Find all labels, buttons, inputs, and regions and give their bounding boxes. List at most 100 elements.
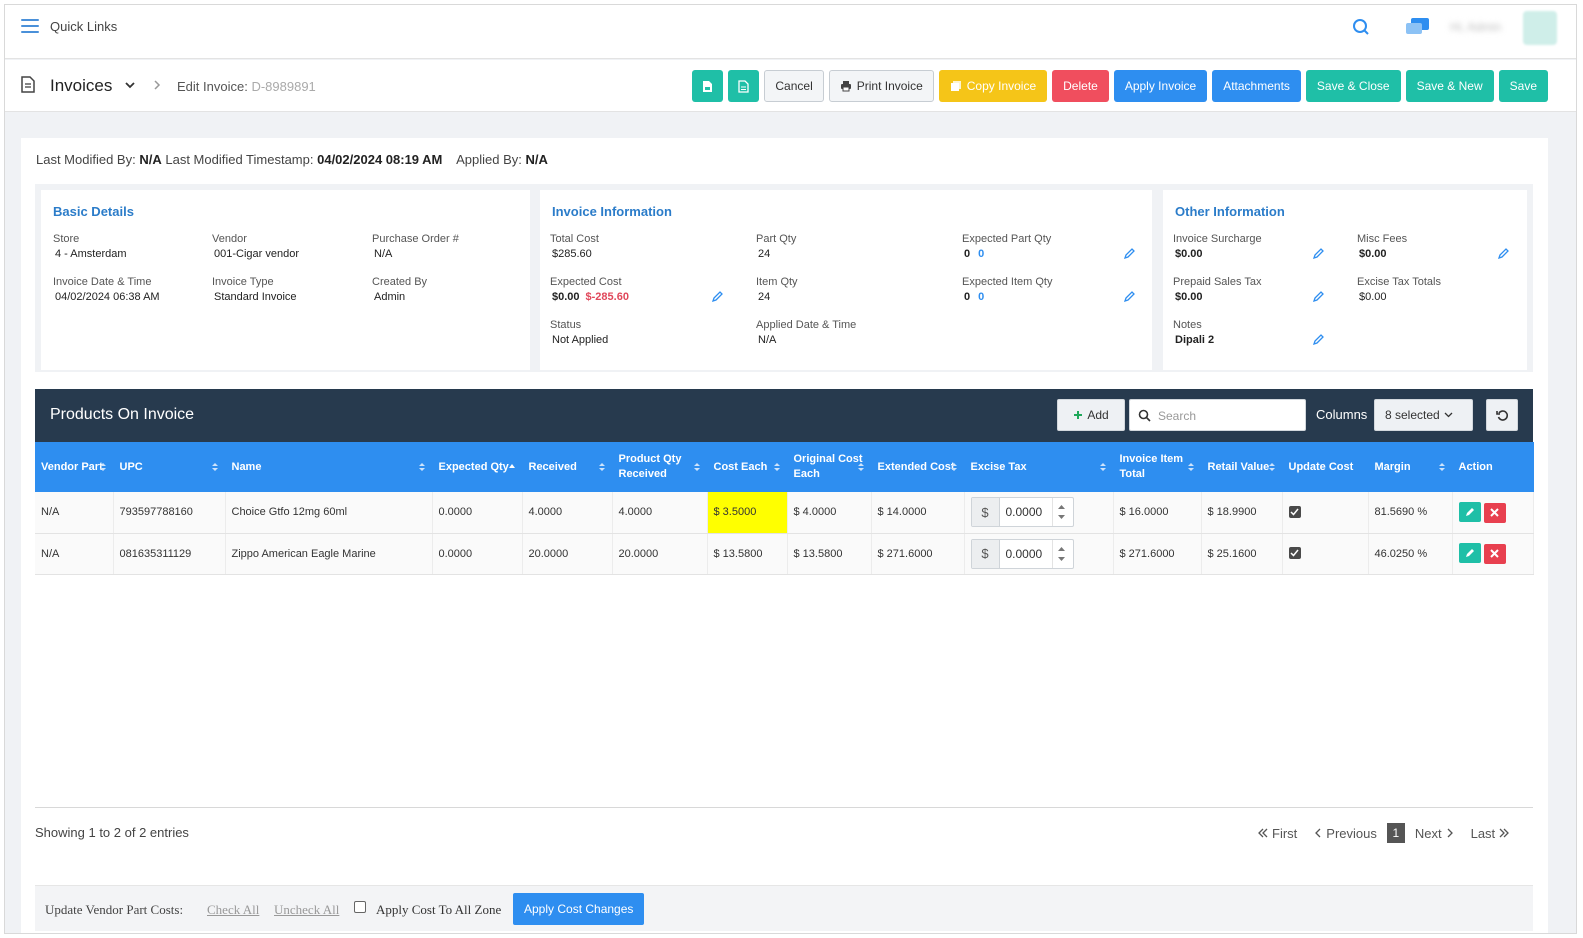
check-icon <box>1290 549 1299 557</box>
print-invoice-button[interactable]: Print Invoice <box>828 70 934 102</box>
col-upc[interactable]: UPC <box>113 442 226 492</box>
edit-expected-part-qty-icon[interactable] <box>1123 248 1135 260</box>
col-vendor-part-label: Vendor Part <box>41 460 103 473</box>
excise-tax-stepper[interactable] <box>1051 539 1070 568</box>
total-cost-value: $285.60 <box>552 248 592 260</box>
user-name[interactable]: Hi, Admin <box>1450 20 1501 34</box>
page-title: Invoices <box>50 76 113 95</box>
caret-down-icon[interactable] <box>1057 515 1065 520</box>
cell-cost-each[interactable]: $ 3.5000 <box>707 492 788 534</box>
expected-item-qty-label: Expected Item Qty <box>962 276 1053 288</box>
apply-invoice-button[interactable]: Apply Invoice <box>1113 70 1208 102</box>
search-input[interactable] <box>1158 406 1298 426</box>
excise-tax-input[interactable] <box>999 546 1052 561</box>
delete-row-button[interactable] <box>1483 543 1506 564</box>
cell-upc: 793597788160 <box>113 492 226 534</box>
document-lines-icon <box>738 79 750 93</box>
col-received[interactable]: Received <box>522 442 613 492</box>
update-cost-checkbox[interactable] <box>1288 505 1301 518</box>
products-title: Products On Invoice <box>50 406 195 423</box>
modification-info: Last Modified By: N/A Last Modified Time… <box>36 152 548 167</box>
part-qty-value: 24 <box>758 248 771 260</box>
check-all-link[interactable]: Check All <box>207 902 259 918</box>
cancel-button[interactable]: Cancel <box>764 70 824 102</box>
reset-columns-button[interactable] <box>1486 399 1518 431</box>
save-close-button[interactable]: Save & Close <box>1305 70 1401 102</box>
uncheck-all-link[interactable]: Uncheck All <box>274 902 339 918</box>
double-chevron-right-icon <box>1499 828 1510 838</box>
col-name[interactable]: Name <box>225 442 433 492</box>
col-invoice-item-total[interactable]: Invoice Item Total <box>1113 442 1202 492</box>
columns-select[interactable]: 8 selected <box>1374 399 1473 431</box>
attachments-button[interactable]: Attachments <box>1212 70 1301 102</box>
apply-cost-changes-button[interactable]: Apply Cost Changes <box>513 893 645 925</box>
col-invoice-item-total-label: Invoice Item Total <box>1119 453 1184 480</box>
col-excise-tax[interactable]: Excise Tax <box>964 442 1114 492</box>
caret-down-icon[interactable] <box>1057 556 1065 561</box>
save-button[interactable]: Save <box>1498 70 1548 102</box>
app-window: Quick Links Hi, Admin Invoices Edit Invo… <box>4 4 1577 934</box>
export-file-button[interactable] <box>692 70 724 102</box>
quick-links-link[interactable]: Quick Links <box>50 19 117 34</box>
invoice-date-label: Invoice Date & Time <box>53 276 152 288</box>
chevron-down-icon[interactable] <box>124 79 136 91</box>
sort-icon <box>1187 463 1194 471</box>
avatar[interactable] <box>1523 11 1557 45</box>
edit-prepaid-tax-icon[interactable] <box>1312 291 1324 303</box>
excise-tax-input[interactable] <box>999 505 1052 520</box>
copy-invoice-button[interactable]: Copy Invoice <box>938 70 1048 102</box>
save-new-button[interactable]: Save & New <box>1405 70 1494 102</box>
cell-expected-qty: 0.0000 <box>432 492 523 534</box>
surcharge-label: Invoice Surcharge <box>1173 233 1262 245</box>
previous-page-link[interactable]: Previous <box>1315 826 1377 841</box>
next-page-link[interactable]: Next <box>1415 826 1453 841</box>
caret-up-icon[interactable] <box>1057 546 1065 551</box>
sort-icon <box>211 463 218 471</box>
col-original-cost-each[interactable]: Original Cost Each <box>787 442 872 492</box>
surcharge-field: Invoice Surcharge $0.00 <box>1173 233 1262 260</box>
cell-product-qty-received: 20.0000 <box>612 533 708 575</box>
col-name-label: Name <box>231 460 262 473</box>
search-icon[interactable] <box>1352 18 1370 36</box>
col-vendor-part[interactable]: Vendor Part <box>35 442 114 492</box>
applied-date-value: N/A <box>758 334 777 346</box>
store-value: 4 - Amsterdam <box>55 248 127 260</box>
first-page-link[interactable]: First <box>1258 826 1297 841</box>
status-field: Status Not Applied <box>550 319 608 346</box>
delete-button[interactable]: Delete <box>1052 70 1109 102</box>
col-cost-each[interactable]: Cost Each <box>707 442 788 492</box>
cell-invoice-item-total: $ 271.6000 <box>1113 533 1202 575</box>
detail-cards: Basic Details Store 4 - Amsterdam Vendor 0… <box>35 184 1533 372</box>
export-doc-button[interactable] <box>728 70 760 102</box>
chat-icon[interactable] <box>1405 17 1431 37</box>
invoice-type-label: Invoice Type <box>212 276 274 288</box>
last-page-link[interactable]: Last <box>1471 826 1510 841</box>
caret-up-icon[interactable] <box>1057 505 1065 510</box>
edit-row-button[interactable] <box>1458 502 1481 522</box>
prepaid-tax-label: Prepaid Sales Tax <box>1173 276 1262 288</box>
apply-all-zone-checkbox[interactable] <box>354 901 366 913</box>
col-product-qty-received[interactable]: Product Qty Received <box>612 442 708 492</box>
edit-row-button[interactable] <box>1458 543 1481 564</box>
edit-surcharge-icon[interactable] <box>1312 248 1324 260</box>
update-cost-checkbox[interactable] <box>1288 547 1301 559</box>
double-chevron-left-icon <box>1258 828 1268 838</box>
edit-expected-item-qty-icon[interactable] <box>1123 291 1135 303</box>
col-retail-value[interactable]: Retail Value <box>1201 442 1283 492</box>
excise-tax-stepper[interactable] <box>1051 498 1070 527</box>
menu-icon[interactable] <box>21 19 39 35</box>
col-margin[interactable]: Margin <box>1368 442 1453 492</box>
current-page[interactable]: 1 <box>1386 823 1405 843</box>
cell-action <box>1452 492 1534 534</box>
sort-icon <box>693 463 700 471</box>
edit-misc-fees-icon[interactable] <box>1497 248 1509 260</box>
delete-row-button[interactable] <box>1483 502 1506 523</box>
invoice-id: D-8989891 <box>251 79 316 94</box>
cell-cost-each[interactable]: $ 13.5800 <box>707 533 788 575</box>
col-expected-qty[interactable]: Expected Qty <box>432 442 523 492</box>
add-product-button[interactable]: Add <box>1057 399 1125 431</box>
edit-notes-icon[interactable] <box>1312 334 1324 346</box>
last-label: Last <box>1470 825 1496 841</box>
col-extended-cost[interactable]: Extended Cost <box>871 442 965 492</box>
edit-expected-cost-icon[interactable] <box>711 291 723 303</box>
